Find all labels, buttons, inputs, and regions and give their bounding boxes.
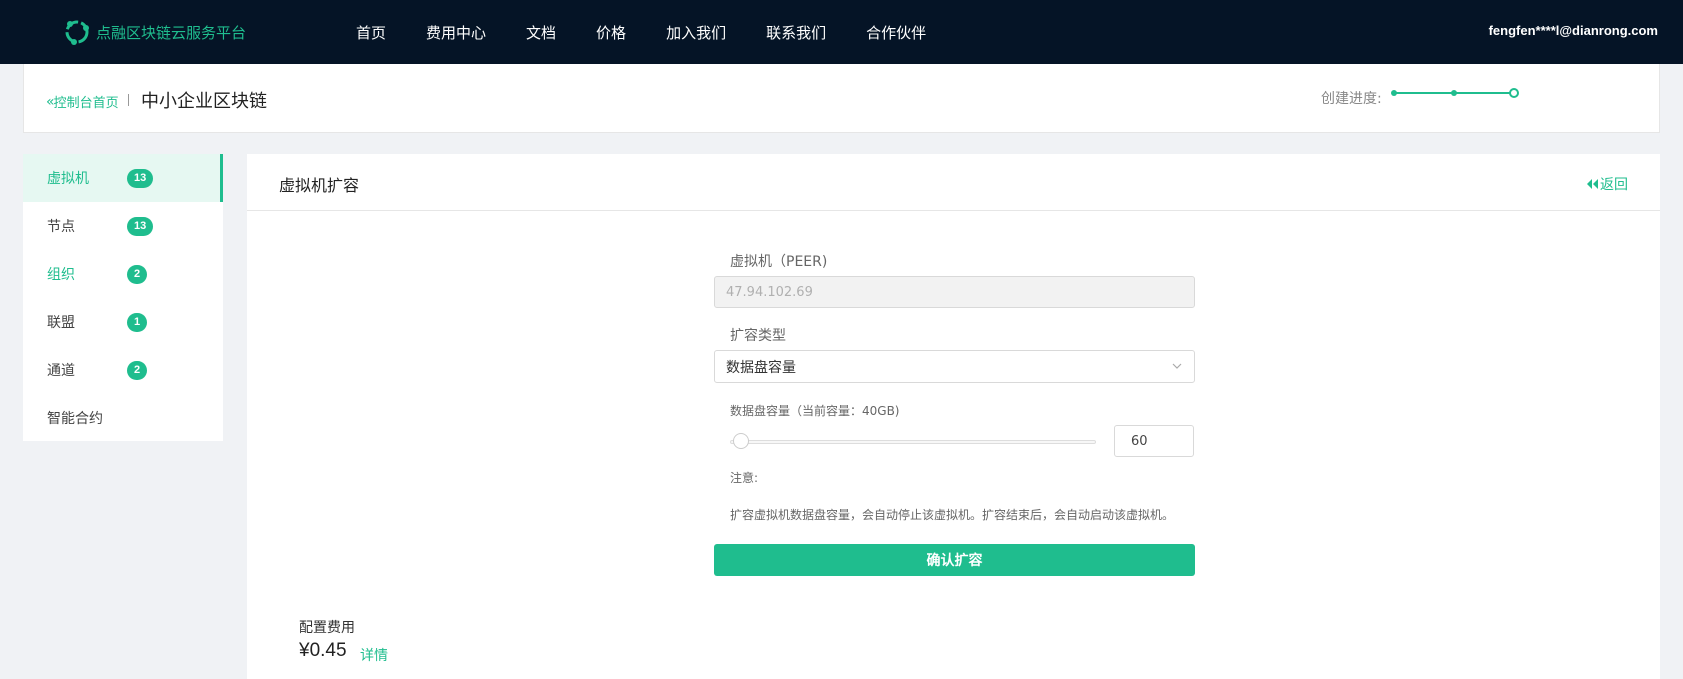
sidebar-item-label: 节点: [47, 219, 75, 235]
sidebar-item-label: 虚拟机: [47, 171, 89, 187]
confirm-expand-button[interactable]: 确认扩容: [714, 544, 1195, 576]
note-text: 扩容虚拟机数据盘容量，会自动停止该虚拟机。扩容结束后，会自动启动该虚拟机。: [730, 508, 1175, 522]
sidebar-item-channels[interactable]: 通道 2: [23, 346, 223, 394]
resize-form: 虚拟机（PEER) 47.94.102.69 扩容类型 数据盘容量 数据盘容量（…: [714, 211, 1195, 576]
breadcrumb-divider: [128, 94, 129, 106]
sidebar-item-smart-contracts[interactable]: 智能合约: [23, 394, 223, 442]
sidebar: 虚拟机 13 节点 13 组织 2 联盟 1 通道 2 智能合约: [23, 154, 223, 441]
count-badge: 13: [127, 168, 154, 188]
sidebar-item-alliance[interactable]: 联盟 1: [23, 298, 223, 346]
sidebar-item-label: 通道: [47, 363, 75, 379]
nav-item-billing[interactable]: 费用中心: [426, 22, 486, 43]
count-badge: 13: [127, 216, 154, 236]
panel-header: 虚拟机扩容 返回: [247, 154, 1660, 211]
expand-type-value: 数据盘容量: [726, 359, 796, 376]
sidebar-item-vm[interactable]: 虚拟机 13: [23, 154, 223, 202]
nav-item-pricing[interactable]: 价格: [596, 22, 626, 43]
user-email[interactable]: fengfen****l@dianrong.com: [1489, 23, 1658, 38]
cost-label: 配置费用: [299, 620, 355, 636]
breadcrumb: « 控制台首页 中小企业区块链 创建进度:: [23, 64, 1660, 133]
expand-type-select[interactable]: 数据盘容量: [714, 350, 1195, 383]
sidebar-item-label: 智能合约: [47, 411, 103, 427]
vm-field: 47.94.102.69: [714, 276, 1195, 308]
main-panel: 虚拟机扩容 返回 虚拟机（PEER) 47.94.102.69 扩容类型 数据盘…: [247, 154, 1660, 679]
count-badge: 2: [127, 264, 148, 284]
nav-item-docs[interactable]: 文档: [526, 22, 556, 43]
sidebar-item-organizations[interactable]: 组织 2: [23, 250, 223, 298]
nav-item-join-us[interactable]: 加入我们: [666, 22, 726, 43]
rewind-icon: [1587, 179, 1598, 189]
top-navbar: 点融区块链云服务平台 首页 费用中心 文档 价格 加入我们 联系我们 合作伙伴 …: [0, 0, 1683, 64]
cost-value: ¥0.45: [299, 640, 347, 661]
main-nav: 首页 费用中心 文档 价格 加入我们 联系我们 合作伙伴: [356, 0, 966, 64]
capacity-label: 数据盘容量（当前容量：40GB): [730, 404, 900, 418]
progress-label: 创建进度:: [1321, 91, 1382, 107]
sidebar-item-label: 联盟: [47, 315, 75, 331]
capacity-slider-track[interactable]: [730, 440, 1096, 444]
note-title: 注意:: [730, 471, 759, 485]
chevron-down-icon: [1172, 363, 1182, 369]
nav-item-contact[interactable]: 联系我们: [766, 22, 826, 43]
capacity-input[interactable]: 60: [1114, 425, 1194, 457]
capacity-slider-row: 60: [714, 425, 1195, 458]
page-title: 中小企业区块链: [141, 91, 267, 112]
back-label: 返回: [1600, 177, 1628, 193]
count-badge: 2: [127, 360, 148, 380]
double-chevron-left-icon: «: [46, 93, 54, 110]
sidebar-item-label: 组织: [47, 267, 75, 283]
logo-icon: [65, 20, 89, 45]
capacity-slider-handle[interactable]: [733, 433, 749, 449]
panel-title: 虚拟机扩容: [279, 176, 360, 195]
type-field-label: 扩容类型: [730, 328, 786, 344]
creation-progress-indicator: [1391, 88, 1519, 98]
count-badge: 1: [127, 312, 148, 332]
nav-item-home[interactable]: 首页: [356, 22, 386, 43]
back-button[interactable]: 返回: [1587, 174, 1628, 194]
cost-detail-link[interactable]: 详情: [360, 645, 388, 665]
brand-logo[interactable]: 点融区块链云服务平台: [62, 16, 246, 48]
console-home-label: 控制台首页: [53, 96, 119, 111]
sidebar-item-nodes[interactable]: 节点 13: [23, 202, 223, 250]
nav-item-partners[interactable]: 合作伙伴: [866, 22, 926, 43]
brand-name: 点融区块链云服务平台: [96, 23, 247, 42]
console-home-link[interactable]: « 控制台首页: [46, 92, 119, 112]
vm-field-label: 虚拟机（PEER): [730, 254, 828, 270]
